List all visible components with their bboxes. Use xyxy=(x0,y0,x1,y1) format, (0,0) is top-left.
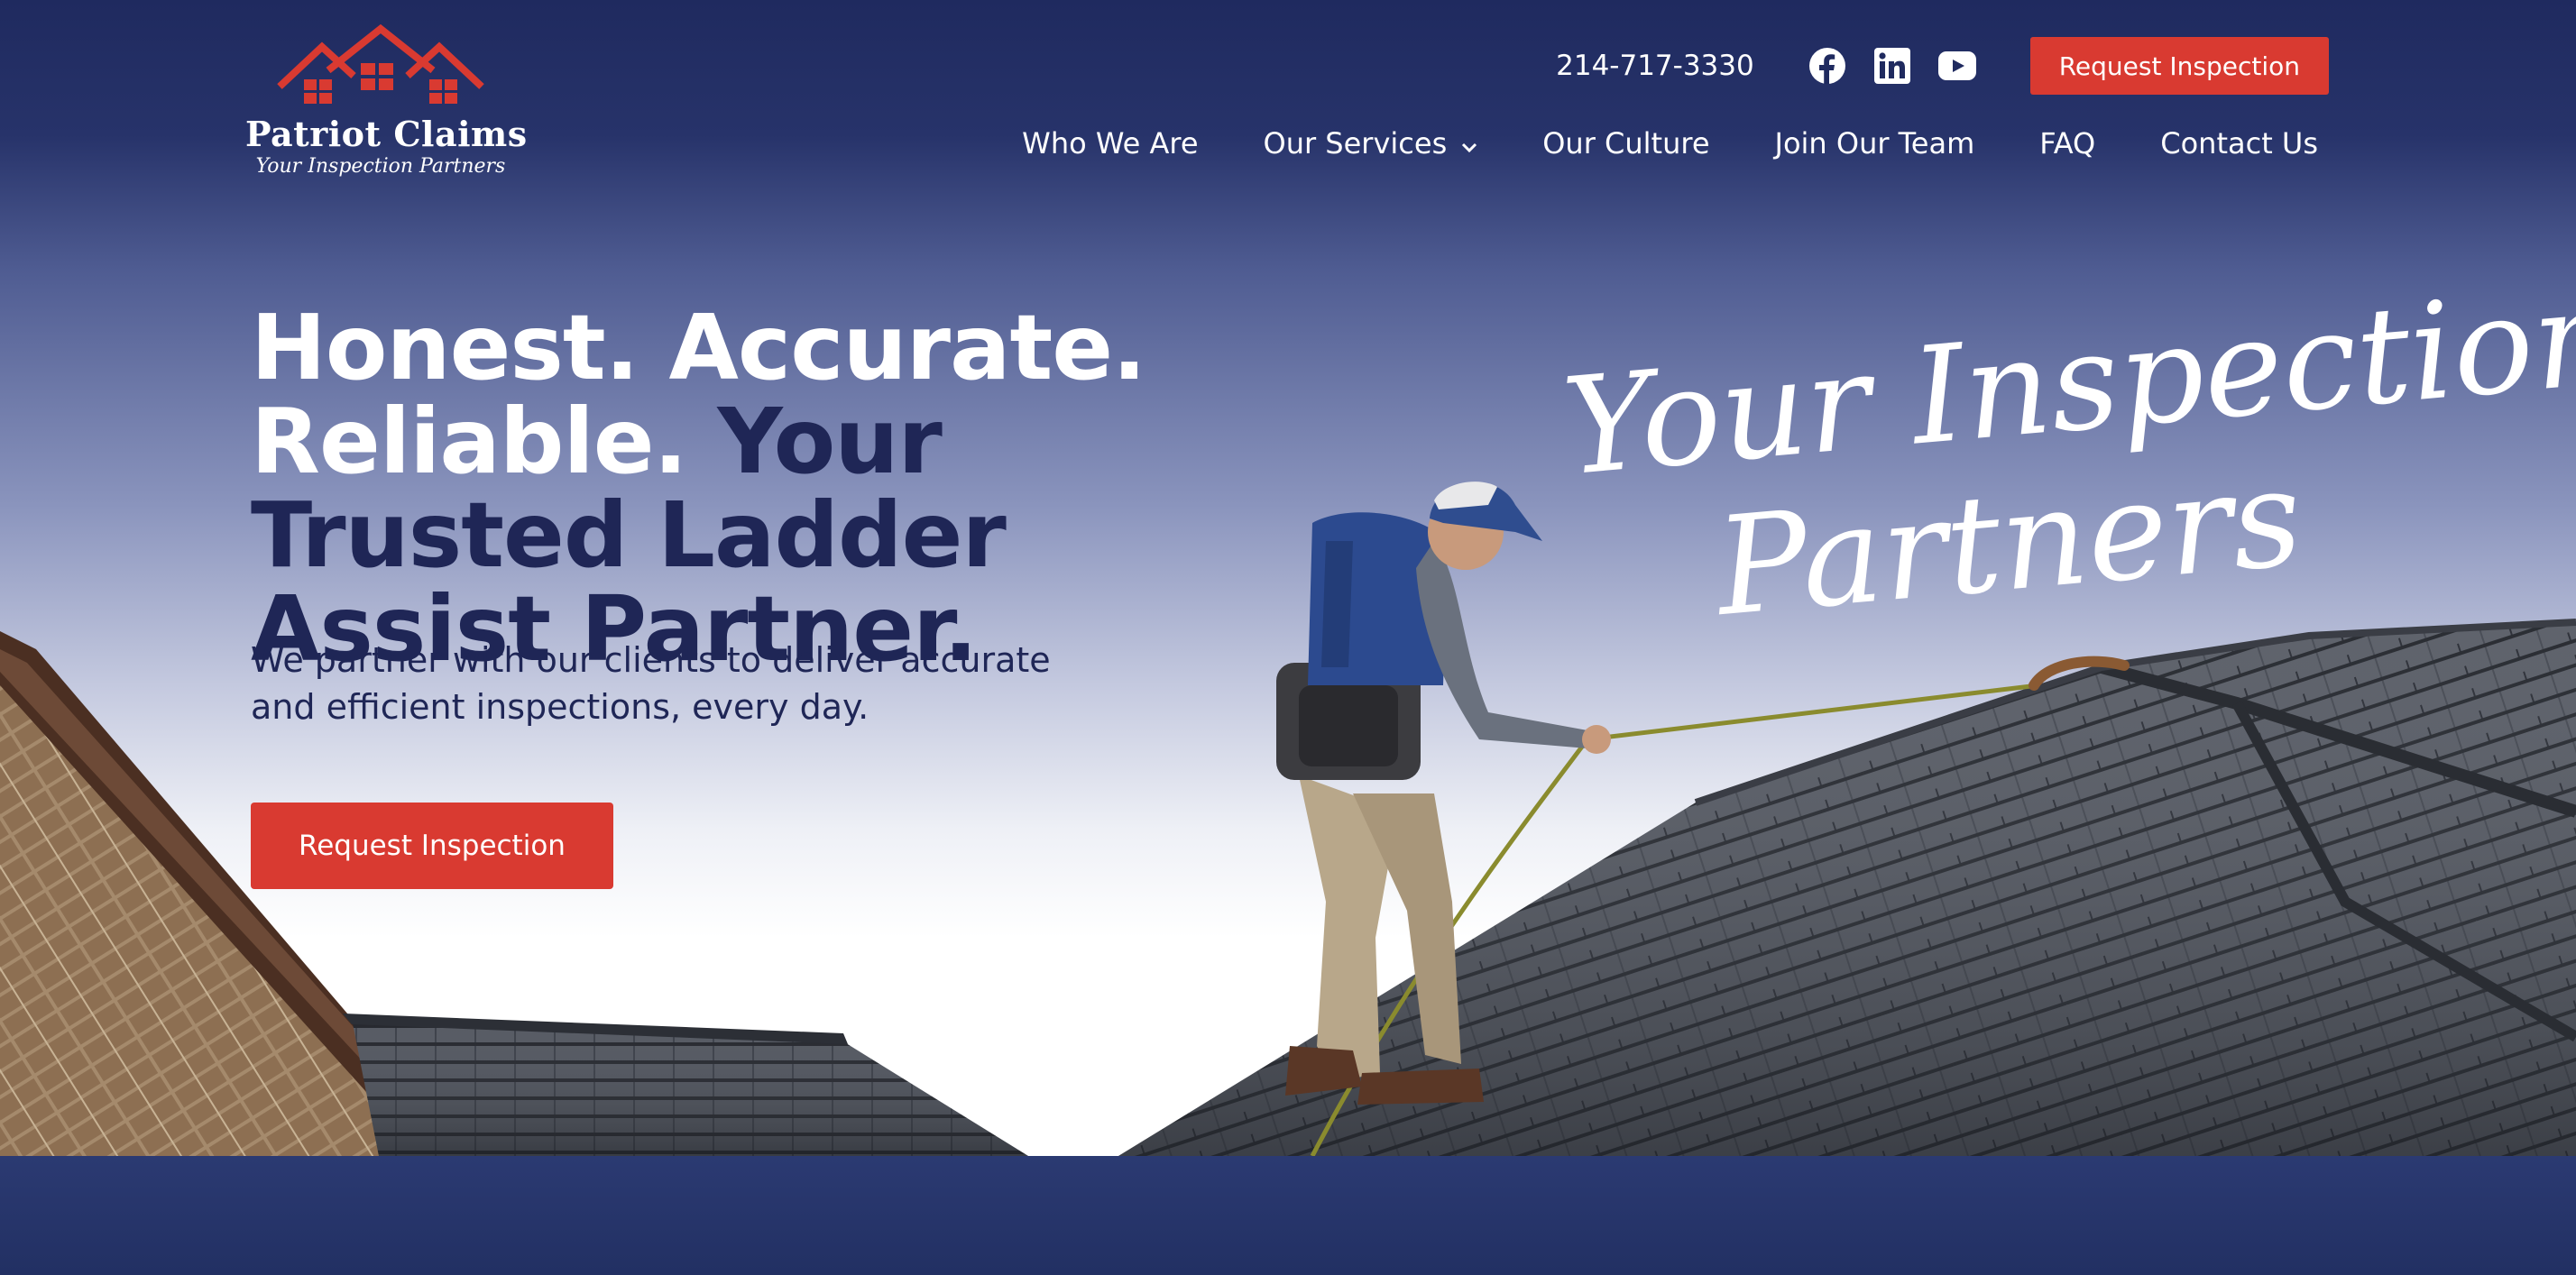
nav-label: Our Culture xyxy=(1542,126,1710,161)
nav-label: FAQ xyxy=(2039,126,2096,161)
top-bar: 214-717-3330 Request Inspection xyxy=(1556,36,2329,96)
nav-contact-us[interactable]: Contact Us xyxy=(2160,126,2318,161)
hero-section: Patriot Claims Your Inspection Partners … xyxy=(0,0,2576,1156)
main-nav: Who We Are Our Services Our Culture Join… xyxy=(1022,126,2318,161)
nav-our-services[interactable]: Our Services xyxy=(1264,126,1478,161)
logo-name: Patriot Claims xyxy=(245,114,528,154)
nav-label: Our Services xyxy=(1263,126,1448,161)
hero-headline: Honest. Accurate. Reliable. Your Trusted… xyxy=(251,301,1333,676)
linkedin-icon[interactable] xyxy=(1873,47,1911,85)
nav-label: Who We Are xyxy=(1022,126,1199,161)
request-inspection-header-button[interactable]: Request Inspection xyxy=(2029,37,2329,95)
hero-subtext: We partner with our clients to deliver a… xyxy=(251,640,1051,727)
nav-join-our-team[interactable]: Join Our Team xyxy=(1775,126,1975,161)
nav-who-we-are[interactable]: Who We Are xyxy=(1022,126,1198,161)
nav-label: Contact Us xyxy=(2160,126,2318,161)
request-inspection-hero-button[interactable]: Request Inspection xyxy=(251,803,613,889)
logo-tagline: Your Inspection Partners xyxy=(255,155,506,178)
youtube-icon[interactable] xyxy=(1937,47,1976,85)
facebook-icon[interactable] xyxy=(1808,47,1846,85)
logo[interactable]: Patriot Claims Your Inspection Partners xyxy=(245,23,528,195)
chevron-down-icon xyxy=(1461,126,1477,161)
nav-faq[interactable]: FAQ xyxy=(2039,126,2095,161)
nav-our-culture[interactable]: Our Culture xyxy=(1542,126,1709,161)
headline-white: Honest. Accurate. Reliable. xyxy=(251,295,1146,494)
next-section-band xyxy=(0,1156,2576,1275)
nav-label: Join Our Team xyxy=(1774,126,1975,161)
houses-logo-icon xyxy=(277,23,484,104)
phone-number[interactable]: 214-717-3330 xyxy=(1556,50,1754,82)
